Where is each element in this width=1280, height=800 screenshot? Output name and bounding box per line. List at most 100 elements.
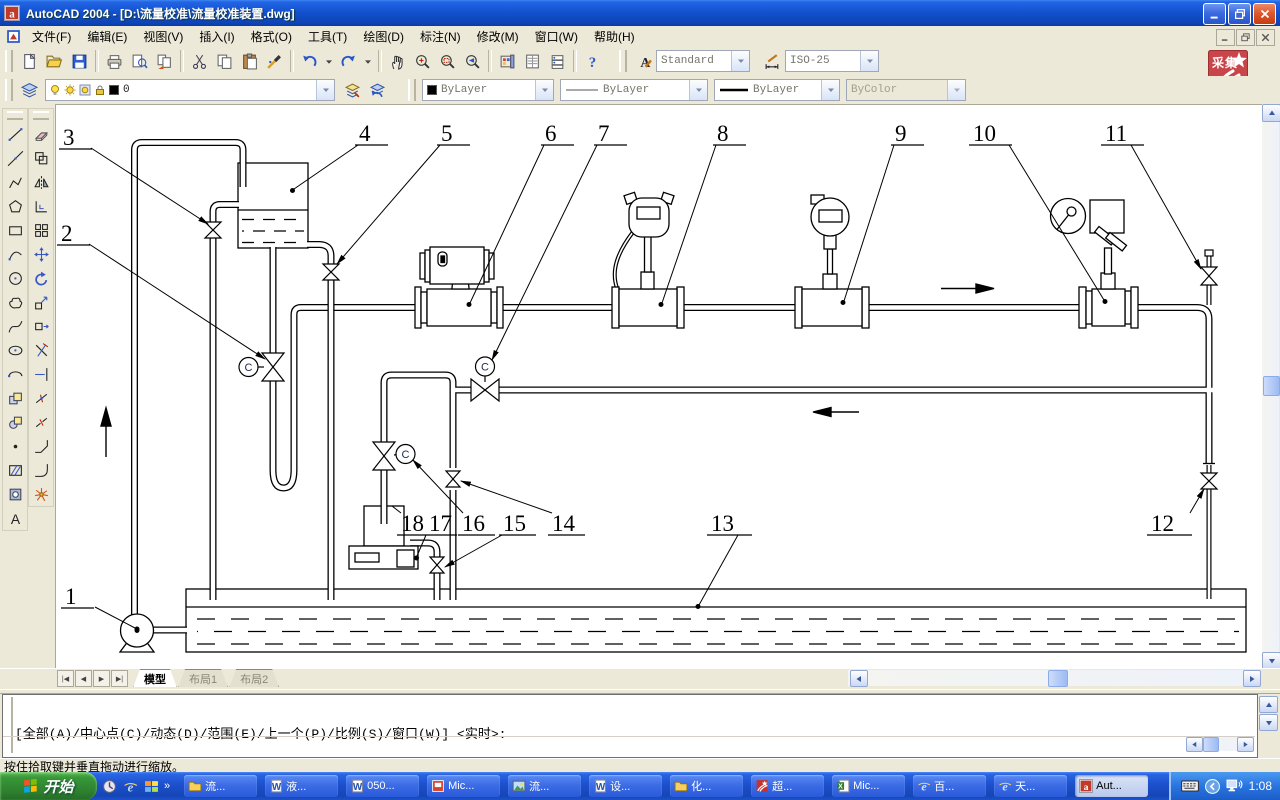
command-vscroll[interactable] xyxy=(1259,696,1278,731)
draw-make-block-button[interactable] xyxy=(3,410,27,434)
modify-break-at-point-button[interactable] xyxy=(29,386,53,410)
dim-style-combo[interactable]: ISO-25 xyxy=(785,50,879,72)
doc-close-button[interactable] xyxy=(1256,29,1275,46)
modify-offset-button[interactable] xyxy=(29,194,53,218)
toolbar-print-preview-button[interactable] xyxy=(127,49,152,74)
linetype-combo[interactable]: ByLayer xyxy=(560,79,708,101)
menu-file[interactable]: 文件(F) xyxy=(24,26,79,47)
minimize-button[interactable] xyxy=(1203,3,1226,25)
draw-spline-button[interactable] xyxy=(3,314,27,338)
toolbar-grip[interactable] xyxy=(33,111,49,120)
toolbar-undo-arrow[interactable] xyxy=(322,49,336,74)
toolbar-match-properties-button[interactable] xyxy=(262,49,287,74)
taskbar-item-red-app[interactable]: Mic... xyxy=(427,775,500,797)
modify-array-button[interactable] xyxy=(29,218,53,242)
chevron-down-icon[interactable] xyxy=(689,80,707,100)
taskbar-item-image[interactable]: 流... xyxy=(508,775,581,797)
chevron-down-icon[interactable] xyxy=(821,80,839,100)
menu-dimension[interactable]: 标注(N) xyxy=(412,26,469,47)
draw-insert-block-button[interactable] xyxy=(3,386,27,410)
taskbar-item-excel[interactable]: XMic... xyxy=(832,775,905,797)
modify-copy-object-button[interactable] xyxy=(29,146,53,170)
menu-format[interactable]: 格式(O) xyxy=(243,26,300,47)
vertical-scroll-thumb[interactable] xyxy=(1263,376,1280,396)
scroll-right-icon[interactable] xyxy=(1237,737,1254,752)
plot-style-combo[interactable]: ByColor xyxy=(846,79,966,101)
modify-erase-button[interactable] xyxy=(29,122,53,146)
language-bar-icon[interactable] xyxy=(1205,779,1220,794)
chevron-down-icon[interactable] xyxy=(535,80,553,100)
start-button[interactable]: 开始 xyxy=(0,772,97,800)
taskbar-item-ssreader[interactable]: 超... xyxy=(751,775,824,797)
quicklaunch-app-icon[interactable] xyxy=(100,777,118,795)
toolbar-zoom-realtime-button[interactable] xyxy=(410,49,435,74)
toolbar-new-button[interactable] xyxy=(17,49,42,74)
display-volume-icon[interactable] xyxy=(1226,779,1243,794)
scroll-left-icon[interactable] xyxy=(1186,737,1203,752)
modify-break-button[interactable] xyxy=(29,410,53,434)
quicklaunch-chevron-icon[interactable]: » xyxy=(164,780,170,792)
command-hscroll-thumb[interactable] xyxy=(1203,737,1219,752)
layer-previous-icon[interactable] xyxy=(365,78,390,103)
draw-revision-cloud-button[interactable] xyxy=(3,290,27,314)
last-tab-icon[interactable]: ▶| xyxy=(111,670,128,687)
horizontal-scroll-thumb[interactable] xyxy=(1048,670,1068,687)
lineweight-combo[interactable]: ByLayer xyxy=(714,79,840,101)
draw-region-button[interactable] xyxy=(3,482,27,506)
draw-rectangle-button[interactable] xyxy=(3,218,27,242)
toolbar-grip[interactable] xyxy=(5,50,13,72)
draw-multiline-text-button[interactable]: A xyxy=(3,506,27,530)
toolbar-grip[interactable] xyxy=(408,79,416,101)
draw-construction-line-button[interactable] xyxy=(3,146,27,170)
menu-help[interactable]: 帮助(H) xyxy=(586,26,643,47)
scroll-up-icon[interactable] xyxy=(1259,696,1278,713)
tab-layout1[interactable]: 布局1 xyxy=(178,669,228,688)
tab-layout2[interactable]: 布局2 xyxy=(229,669,279,688)
scroll-right-icon[interactable] xyxy=(1243,670,1261,687)
modify-rotate-button[interactable] xyxy=(29,266,53,290)
layer-combo[interactable]: 0 xyxy=(45,79,335,101)
menu-edit[interactable]: 编辑(E) xyxy=(79,26,135,47)
toolbar-cut-button[interactable] xyxy=(187,49,212,74)
draw-circle-button[interactable] xyxy=(3,266,27,290)
toolbar-pan-button[interactable] xyxy=(385,49,410,74)
toolbar-copy-button[interactable] xyxy=(212,49,237,74)
toolbar-paste-button[interactable] xyxy=(237,49,262,74)
drawing-horizontal-scrollbar[interactable] xyxy=(848,670,1261,686)
chevron-down-icon[interactable] xyxy=(947,80,965,100)
chevron-down-icon[interactable] xyxy=(731,51,749,71)
scroll-down-icon[interactable] xyxy=(1259,714,1278,731)
command-input[interactable] xyxy=(11,738,1111,755)
toolbar-tool-palettes-button[interactable] xyxy=(495,49,520,74)
chevron-down-icon[interactable] xyxy=(860,51,878,71)
toolbar-save-button[interactable] xyxy=(67,49,92,74)
quicklaunch-media-icon[interactable] xyxy=(142,777,160,795)
modify-stretch-button[interactable] xyxy=(29,314,53,338)
draw-point-button[interactable] xyxy=(3,434,27,458)
draw-line-button[interactable] xyxy=(3,122,27,146)
taskbar-item-word-2[interactable]: W050... xyxy=(346,775,419,797)
draw-hatch-button[interactable] xyxy=(3,458,27,482)
prev-tab-icon[interactable]: ◀ xyxy=(75,670,92,687)
menu-draw[interactable]: 绘图(D) xyxy=(355,26,412,47)
toolbar-redo-button[interactable] xyxy=(336,49,361,74)
color-combo[interactable]: ByLayer xyxy=(422,79,554,101)
next-tab-icon[interactable]: ▶ xyxy=(93,670,110,687)
tab-model[interactable]: 模型 xyxy=(133,669,177,688)
command-hscrollbar[interactable] xyxy=(1186,737,1252,751)
toolbar-zoom-previous-button[interactable] xyxy=(460,49,485,74)
modify-mirror-button[interactable] xyxy=(29,170,53,194)
document-icon[interactable] xyxy=(4,27,22,45)
toolbar-properties-button[interactable] xyxy=(520,49,545,74)
close-button[interactable] xyxy=(1253,3,1276,25)
modify-extend-button[interactable] xyxy=(29,362,53,386)
taskbar-item-autocad[interactable]: aAut... xyxy=(1075,775,1148,797)
restore-button[interactable] xyxy=(1228,3,1251,25)
toolbar-publish-button[interactable] xyxy=(152,49,177,74)
toolbar-grip[interactable] xyxy=(619,50,627,72)
toolbar-help-button[interactable]: ? xyxy=(580,49,605,74)
taskbar-item-word-3[interactable]: W设... xyxy=(589,775,662,797)
menu-view[interactable]: 视图(V) xyxy=(135,26,191,47)
chevron-down-icon[interactable] xyxy=(316,80,334,100)
text-style-icon[interactable]: A xyxy=(631,49,656,74)
